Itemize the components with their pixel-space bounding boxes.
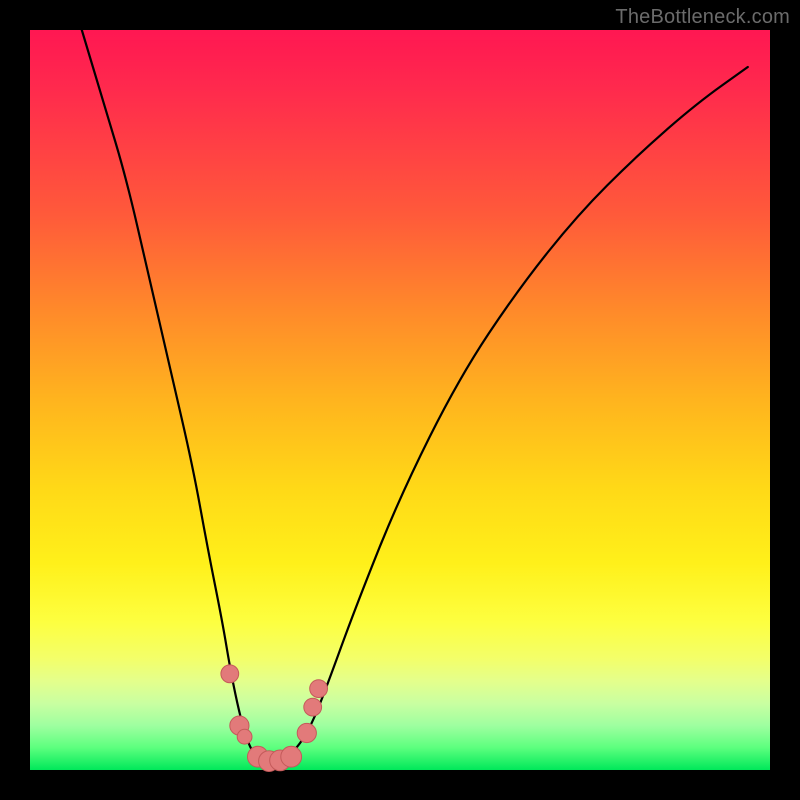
bottleneck-curve (82, 30, 748, 762)
highlight-marker (281, 746, 302, 767)
highlight-marker (310, 680, 328, 698)
highlight-marker (304, 698, 322, 716)
highlight-markers (221, 665, 328, 772)
highlight-marker (297, 723, 316, 742)
curve-svg (30, 30, 770, 770)
watermark-text: TheBottleneck.com (615, 6, 790, 29)
chart-frame: TheBottleneck.com (0, 0, 800, 800)
highlight-marker (237, 729, 252, 744)
plot-area (30, 30, 770, 770)
highlight-marker (221, 665, 239, 683)
